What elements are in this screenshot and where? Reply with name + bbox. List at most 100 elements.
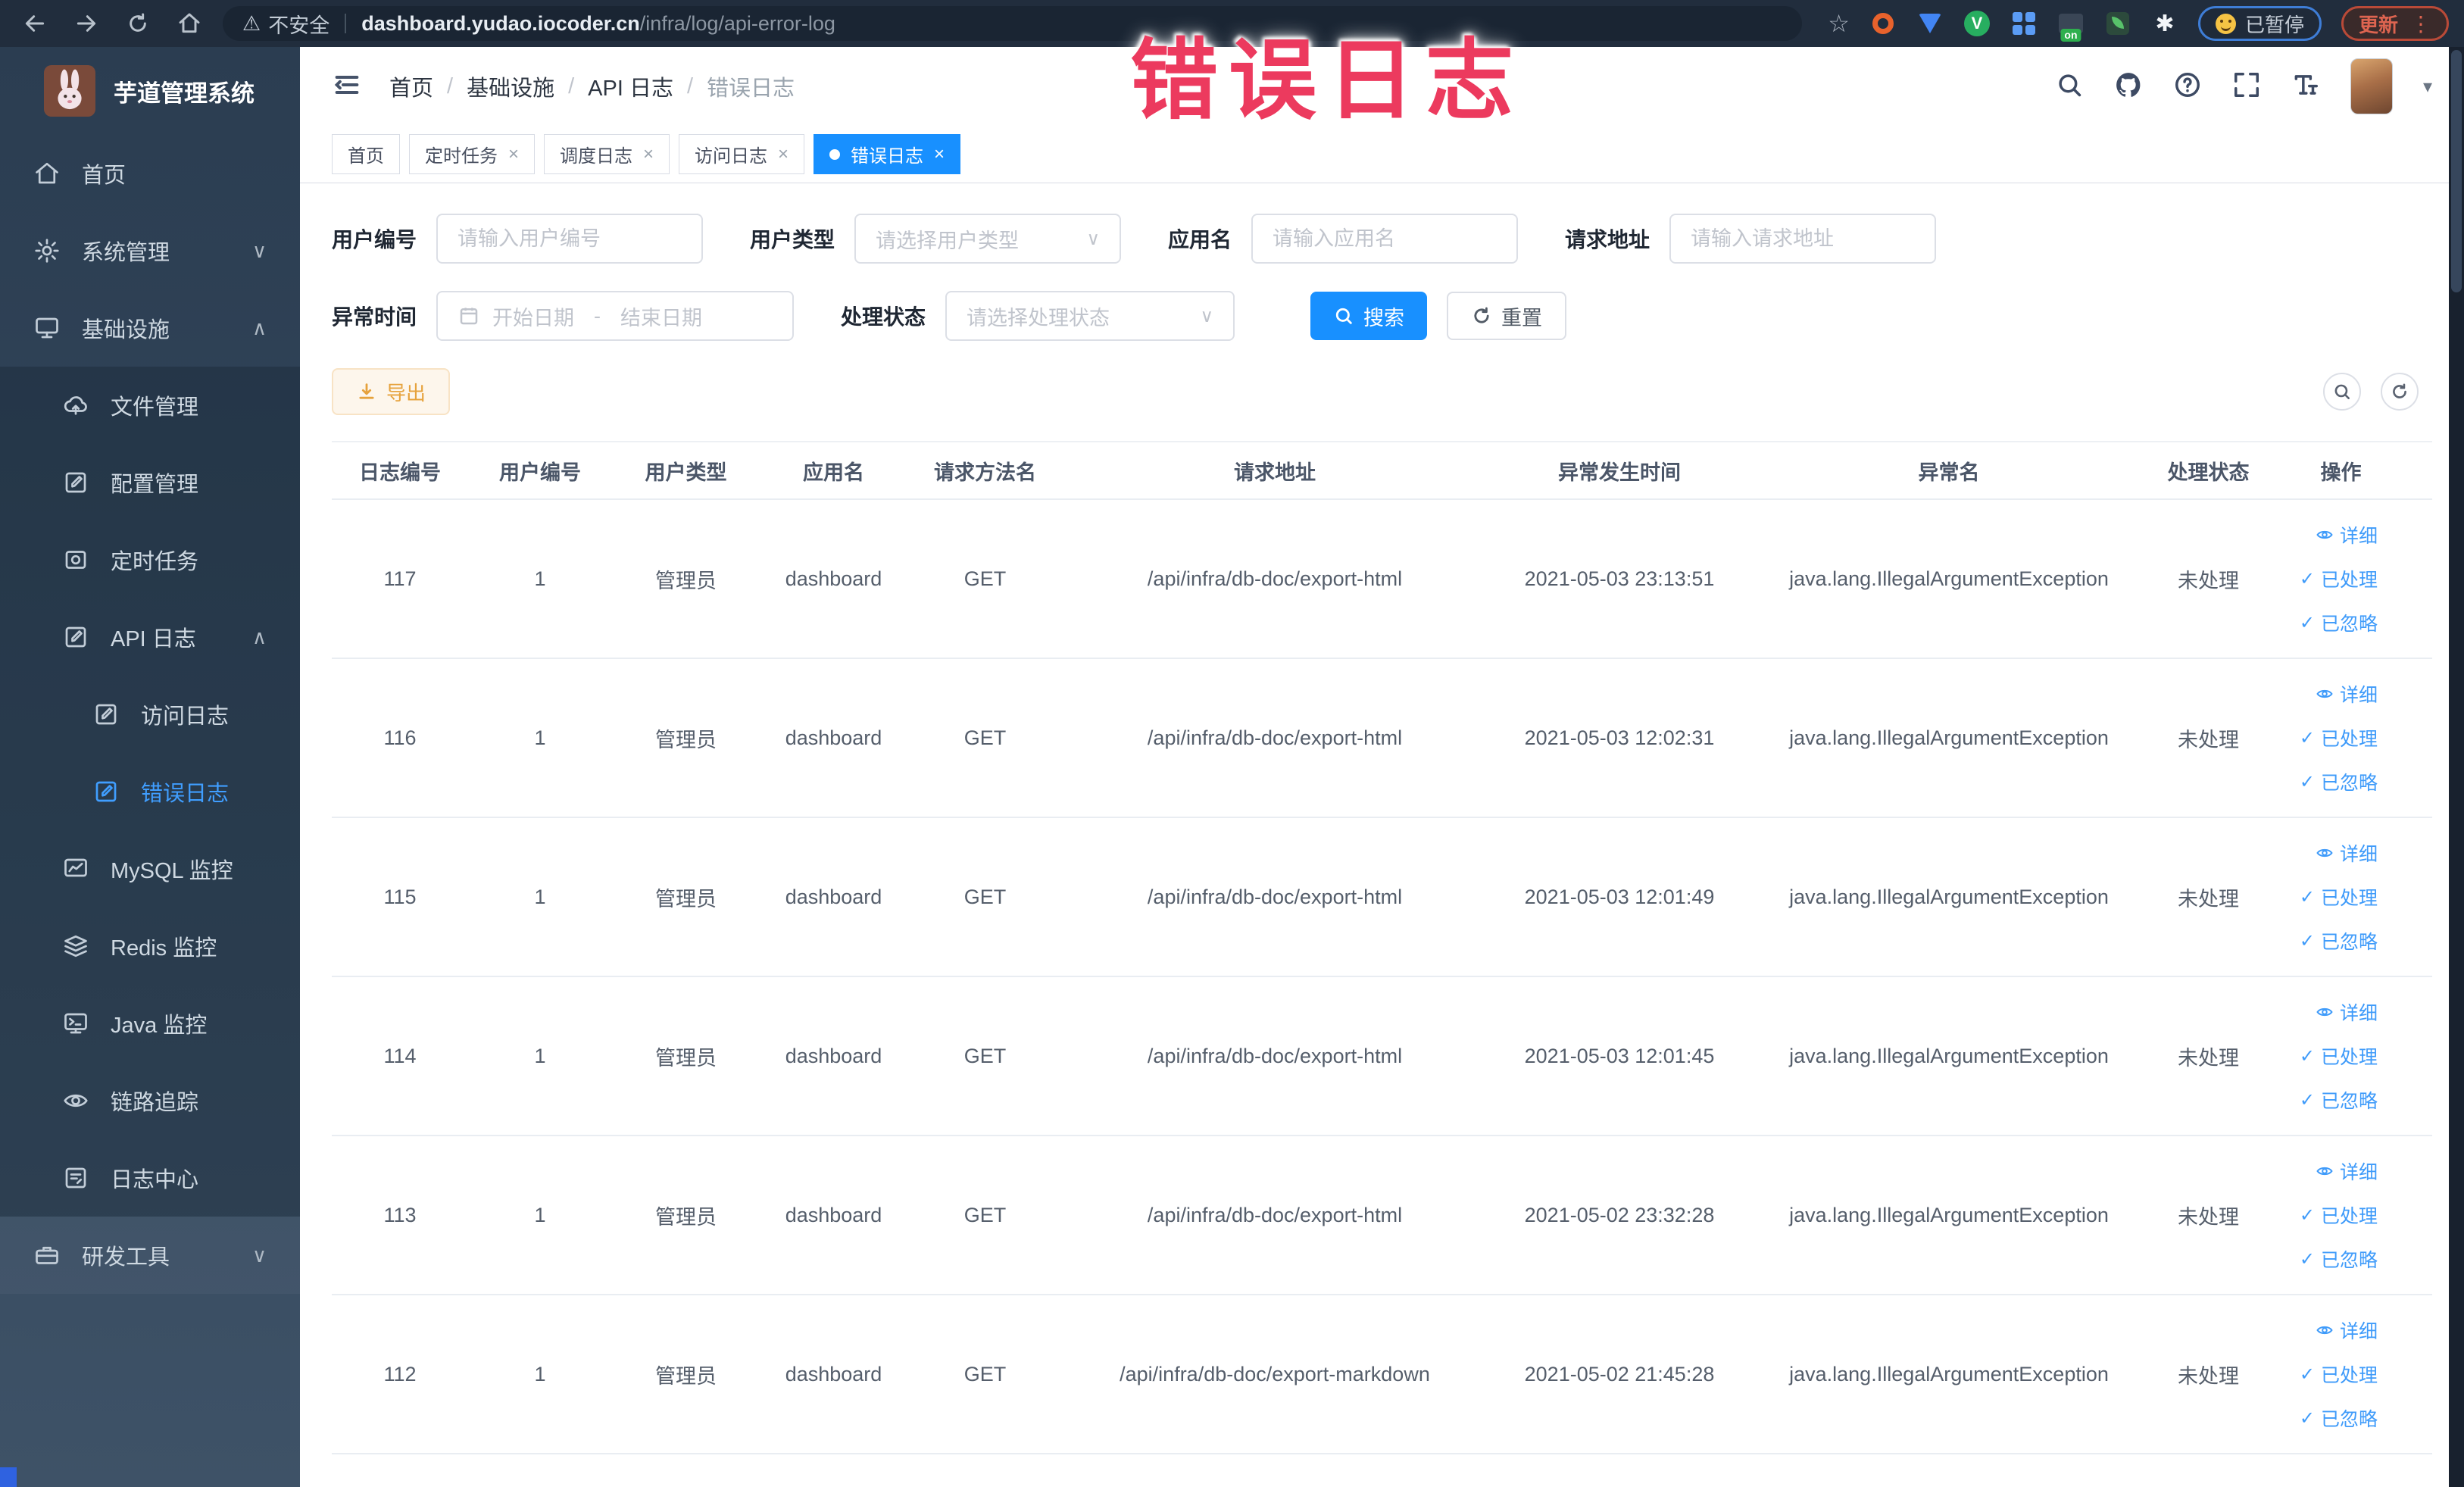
sidebar-item-log-center[interactable]: 日志中心 <box>0 1139 300 1217</box>
cell-exception: java.lang.IllegalArgumentException <box>1789 567 2109 590</box>
detail-link[interactable]: 详细 <box>2316 1157 2378 1185</box>
home-icon <box>179 13 200 33</box>
search-button[interactable]: 搜索 <box>1310 292 1428 340</box>
header-search-button[interactable] <box>2055 70 2084 103</box>
tab-error-log[interactable]: 错误日志 × <box>814 134 961 174</box>
processed-link[interactable]: ✓ 已处理 <box>2300 1201 2378 1229</box>
ignored-link[interactable]: ✓ 已忽略 <box>2300 768 2378 795</box>
process-status-select[interactable]: 请选择处理状态 ∨ <box>945 291 1235 341</box>
search-button-label: 搜索 <box>1363 306 1405 330</box>
processed-link[interactable]: ✓ 已处理 <box>2300 565 2378 592</box>
sidebar-item-infrastructure[interactable]: 基础设施 ∧ <box>0 289 300 367</box>
browser-back-button[interactable] <box>18 7 52 40</box>
extension-orange-icon[interactable] <box>1869 10 1897 37</box>
tab-scheduled-jobs[interactable]: 定时任务 × <box>409 134 536 174</box>
sidebar-item-redis-monitor[interactable]: Redis 监控 <box>0 908 300 985</box>
close-icon[interactable]: × <box>778 144 789 165</box>
security-label[interactable]: 不安全 <box>268 9 329 39</box>
close-icon[interactable]: × <box>508 144 519 165</box>
ignored-link[interactable]: ✓ 已忽略 <box>2300 1404 2378 1432</box>
processed-link[interactable]: ✓ 已处理 <box>2300 1360 2378 1388</box>
bookmark-star-icon[interactable]: ☆ <box>1828 9 1850 38</box>
ignored-link[interactable]: ✓ 已忽略 <box>2300 927 2378 954</box>
ignored-link[interactable]: ✓ 已忽略 <box>2300 609 2378 636</box>
breadcrumb-item[interactable]: 基础设施 <box>467 70 554 102</box>
sidebar-item-trace[interactable]: 链路追踪 <box>0 1062 300 1139</box>
sidebar-item-home[interactable]: 首页 <box>0 135 300 212</box>
page-scrollbar[interactable] <box>2449 47 2464 1487</box>
user-type-select[interactable]: 请选择用户类型 ∨ <box>854 214 1122 264</box>
column-header: 请求地址 <box>1234 461 1316 484</box>
breadcrumb-item[interactable]: API 日志 <box>588 70 673 102</box>
app-title: 芋道管理系统 <box>114 80 255 107</box>
sidebar-item-file-management[interactable]: 文件管理 <box>0 367 300 444</box>
export-button[interactable]: 导出 <box>332 368 451 415</box>
ignored-link[interactable]: ✓ 已忽略 <box>2300 1245 2378 1273</box>
sidebar-item-scheduled-jobs[interactable]: 定时任务 <box>0 521 300 598</box>
extension-puzzle-icon[interactable]: ✱ <box>2151 10 2178 37</box>
fullscreen-button[interactable] <box>2232 70 2261 103</box>
extension-grid-icon[interactable] <box>2010 10 2038 37</box>
help-button[interactable] <box>2173 70 2202 103</box>
browser-update-button[interactable]: 更新 ⋮ <box>2341 6 2449 41</box>
detail-link[interactable]: 详细 <box>2316 998 2378 1026</box>
app-logo-row[interactable]: 芋道管理系统 <box>0 47 300 135</box>
cell-time: 2021-05-03 12:02:31 <box>1524 726 1715 749</box>
sidebar-collapse-button[interactable] <box>332 70 362 104</box>
cell-url: /api/infra/db-doc/export-html <box>1147 885 1403 908</box>
column-header: 请求方法名 <box>934 461 1036 484</box>
extension-shield-icon[interactable] <box>1916 10 1944 37</box>
detail-link[interactable]: 详细 <box>2316 680 2378 708</box>
address-bar[interactable]: ⚠ 不安全 dashboard.yudao.iocoder.cn/infra/l… <box>223 6 1802 41</box>
sidebar-item-access-log[interactable]: 访问日志 <box>0 676 300 753</box>
extension-switch-icon[interactable]: on <box>2057 10 2085 42</box>
sidebar-item-mysql-monitor[interactable]: MySQL 监控 <box>0 830 300 908</box>
toggle-search-button[interactable] <box>2323 373 2361 411</box>
close-icon[interactable]: × <box>934 144 945 165</box>
sidebar-item-config-management[interactable]: 配置管理 <box>0 444 300 521</box>
processed-link[interactable]: ✓ 已处理 <box>2300 883 2378 911</box>
browser-forward-button[interactable] <box>70 7 103 40</box>
extension-v-icon[interactable]: V <box>1963 10 1991 37</box>
avatar-caret-icon[interactable]: ▾ <box>2423 76 2432 98</box>
extension-paused-pill[interactable]: 已暂停 <box>2197 6 2322 41</box>
font-size-button[interactable] <box>2291 70 2320 103</box>
cell-url: /api/infra/db-doc/export-markdown <box>1120 1362 1430 1385</box>
app-name-input[interactable] <box>1251 214 1519 264</box>
browser-reload-button[interactable] <box>121 7 155 40</box>
sidebar: 芋道管理系统 首页 系统管理 ∨ 基础设施 ∧ 文件管理 配置管理 定时任务 A… <box>0 47 300 1487</box>
tab-home[interactable]: 首页 <box>332 134 400 174</box>
user-avatar[interactable] <box>2350 58 2393 114</box>
user-id-input[interactable] <box>436 214 704 264</box>
date-range-picker[interactable]: 开始日期 - 结束日期 <box>436 291 795 341</box>
detail-link[interactable]: 详细 <box>2316 521 2378 548</box>
scrollbar-thumb[interactable] <box>2451 50 2462 292</box>
tab-schedule-log[interactable]: 调度日志 × <box>544 134 670 174</box>
refresh-table-button[interactable] <box>2381 373 2419 411</box>
kebab-menu-icon[interactable]: ⋮ <box>2410 11 2431 36</box>
sidebar-item-api-log[interactable]: API 日志 ∧ <box>0 598 300 676</box>
grid-icon <box>2012 12 2035 35</box>
sidebar-item-dev-tools[interactable]: 研发工具 ∨ <box>0 1217 300 1294</box>
table-tools <box>2323 373 2432 411</box>
end-date-placeholder: 结束日期 <box>620 306 703 330</box>
detail-link[interactable]: 详细 <box>2316 1317 2378 1344</box>
close-icon[interactable]: × <box>643 144 654 165</box>
github-button[interactable] <box>2114 70 2143 103</box>
breadcrumb-item[interactable]: 首页 <box>389 70 433 102</box>
processed-link[interactable]: ✓ 已处理 <box>2300 1042 2378 1070</box>
request-url-input[interactable] <box>1669 214 1937 264</box>
browser-home-button[interactable] <box>173 7 206 40</box>
cell-time: 2021-05-03 23:13:51 <box>1524 567 1715 590</box>
cell-log-id: 114 <box>383 1044 417 1067</box>
reset-button[interactable]: 重置 <box>1447 292 1567 340</box>
detail-link[interactable]: 详细 <box>2316 839 2378 867</box>
paused-label: 已暂停 <box>2244 13 2304 36</box>
tab-access-log[interactable]: 访问日志 × <box>679 134 805 174</box>
ignored-link[interactable]: ✓ 已忽略 <box>2300 1086 2378 1114</box>
extension-leaf-icon[interactable] <box>2104 10 2131 37</box>
sidebar-item-java-monitor[interactable]: Java 监控 <box>0 985 300 1062</box>
sidebar-item-error-log[interactable]: 错误日志 <box>0 753 300 830</box>
sidebar-item-system[interactable]: 系统管理 ∨ <box>0 212 300 289</box>
processed-link[interactable]: ✓ 已处理 <box>2300 724 2378 751</box>
